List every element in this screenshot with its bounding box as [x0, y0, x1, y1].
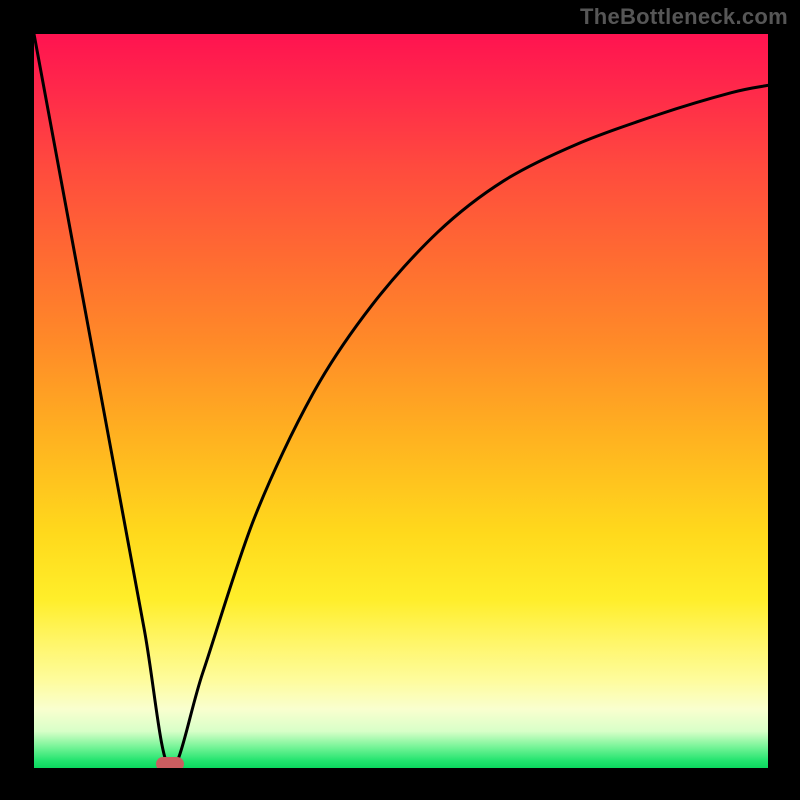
chart-area: TheBottleneck.com [0, 0, 800, 800]
plot-area [34, 34, 768, 768]
watermark-label: TheBottleneck.com [580, 4, 788, 30]
optimal-marker [156, 757, 184, 768]
bottleneck-curve [34, 34, 768, 768]
